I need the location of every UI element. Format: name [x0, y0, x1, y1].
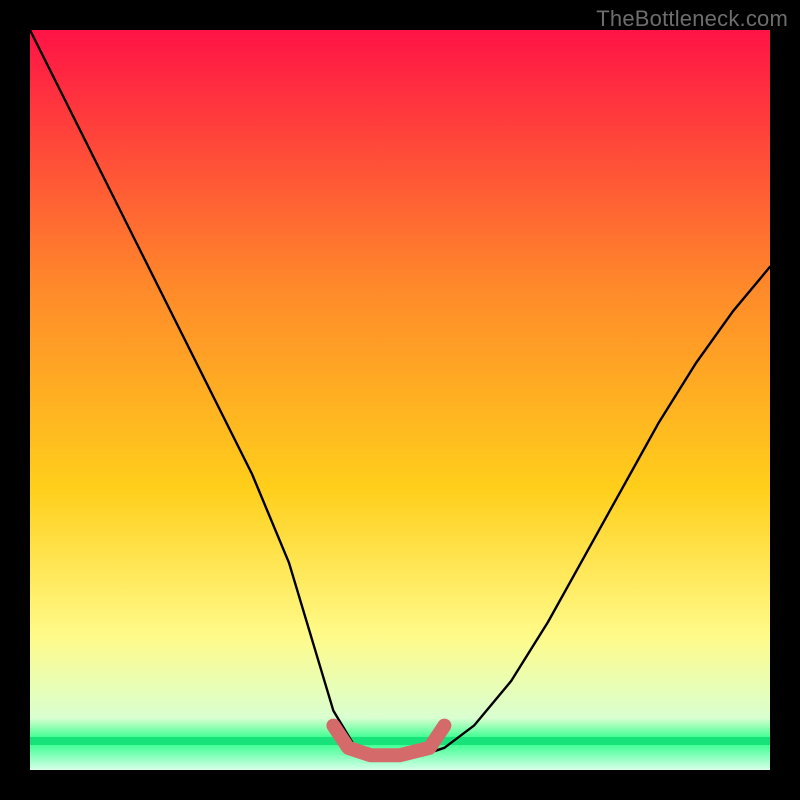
green-stripe	[30, 737, 770, 745]
gradient-background	[30, 30, 770, 770]
watermark-text: TheBottleneck.com	[596, 6, 788, 32]
plot-area	[30, 30, 770, 770]
bottleneck-chart	[30, 30, 770, 770]
chart-stage: TheBottleneck.com	[0, 0, 800, 800]
